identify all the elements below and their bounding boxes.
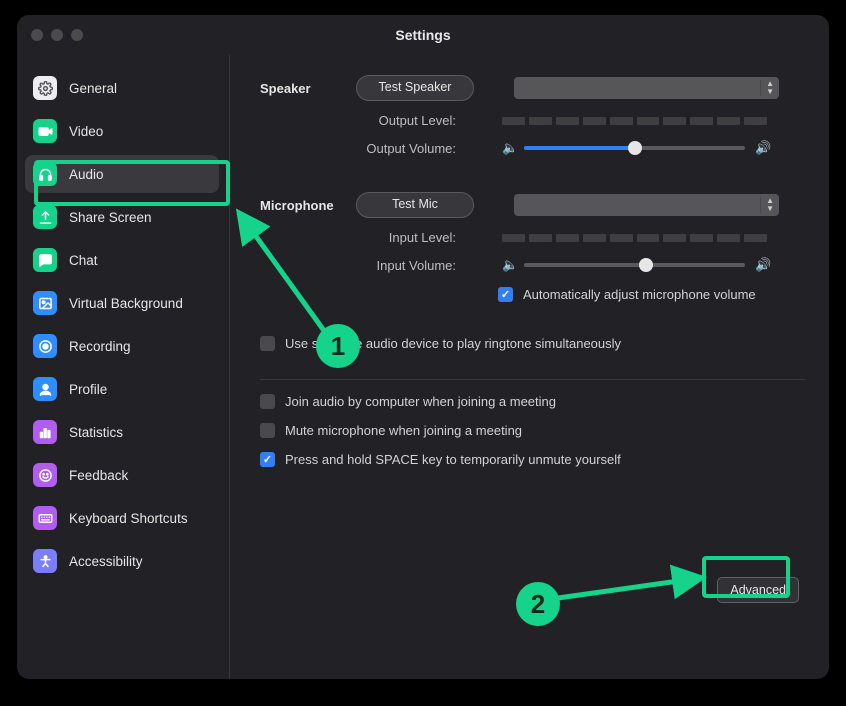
output-level-label: Output Level: (260, 113, 462, 128)
volume-low-icon: 🔈 (502, 140, 514, 156)
keyboard-icon (33, 506, 57, 530)
input-level-meter (502, 234, 767, 242)
volume-high-icon: 🔊 (755, 140, 767, 156)
accessibility-icon (33, 549, 57, 573)
sidebar-item-audio[interactable]: Audio (25, 155, 219, 193)
input-volume-slider[interactable] (524, 263, 745, 267)
audio-panel: Speaker Test Speaker ▲▼ Output Level: Ou… (230, 55, 829, 679)
test-speaker-button[interactable]: Test Speaker (356, 75, 474, 101)
sidebar-item-profile[interactable]: Profile (25, 370, 219, 408)
sidebar-item-label: Accessibility (69, 554, 143, 569)
gear-icon (33, 76, 57, 100)
close-dot[interactable] (31, 29, 43, 41)
sidebar-item-keyboard-shortcuts[interactable]: Keyboard Shortcuts (25, 499, 219, 537)
traffic-lights (31, 29, 83, 41)
sidebar-item-general[interactable]: General (25, 69, 219, 107)
output-volume-label: Output Volume: (260, 141, 462, 156)
bars-icon (33, 420, 57, 444)
video-icon (33, 119, 57, 143)
sidebar-item-label: General (69, 81, 117, 96)
divider (260, 379, 805, 380)
titlebar: Settings (17, 15, 829, 55)
minimize-dot[interactable] (51, 29, 63, 41)
sidebar-item-label: Profile (69, 382, 107, 397)
headphones-icon (33, 162, 57, 186)
sidebar: General Video Audio Share Screen Chat Vi… (17, 55, 230, 679)
test-mic-button[interactable]: Test Mic (356, 192, 474, 218)
sidebar-item-label: Video (69, 124, 103, 139)
smile-icon (33, 463, 57, 487)
output-volume-slider[interactable] (524, 146, 745, 150)
sidebar-item-chat[interactable]: Chat (25, 241, 219, 279)
microphone-heading: Microphone (260, 198, 346, 213)
settings-window: Settings General Video Audio Share Scree… (17, 15, 829, 679)
option-1-label: Mute microphone when joining a meeting (285, 423, 522, 438)
sidebar-item-label: Keyboard Shortcuts (69, 511, 188, 526)
sidebar-item-feedback[interactable]: Feedback (25, 456, 219, 494)
sidebar-item-recording[interactable]: Recording (25, 327, 219, 365)
sidebar-item-statistics[interactable]: Statistics (25, 413, 219, 451)
ringtone-checkbox[interactable] (260, 336, 275, 351)
mic-device-select[interactable]: ▲▼ (514, 194, 779, 216)
auto-adjust-checkbox[interactable] (498, 287, 513, 302)
zoom-dot[interactable] (71, 29, 83, 41)
advanced-button[interactable]: Advanced (717, 577, 799, 603)
option-0-checkbox[interactable] (260, 394, 275, 409)
volume-high-icon: 🔊 (755, 257, 767, 273)
window-title: Settings (395, 27, 450, 43)
sidebar-item-label: Statistics (69, 425, 123, 440)
record-icon (33, 334, 57, 358)
sidebar-item-share-screen[interactable]: Share Screen (25, 198, 219, 236)
sidebar-item-label: Virtual Background (69, 296, 183, 311)
speaker-device-select[interactable]: ▲▼ (514, 77, 779, 99)
option-0-label: Join audio by computer when joining a me… (285, 394, 556, 409)
input-level-label: Input Level: (260, 230, 462, 245)
option-2-label: Press and hold SPACE key to temporarily … (285, 452, 621, 467)
option-2-checkbox[interactable] (260, 452, 275, 467)
upload-icon (33, 205, 57, 229)
sidebar-item-label: Chat (69, 253, 98, 268)
output-level-meter (502, 117, 767, 125)
sidebar-item-label: Feedback (69, 468, 128, 483)
sidebar-item-video[interactable]: Video (25, 112, 219, 150)
sidebar-item-label: Audio (69, 167, 104, 182)
sidebar-item-virtual-background[interactable]: Virtual Background (25, 284, 219, 322)
user-icon (33, 377, 57, 401)
volume-low-icon: 🔈 (502, 257, 514, 273)
input-volume-label: Input Volume: (260, 258, 462, 273)
chat-icon (33, 248, 57, 272)
sidebar-item-label: Share Screen (69, 210, 152, 225)
image-icon (33, 291, 57, 315)
speaker-heading: Speaker (260, 81, 346, 96)
sidebar-item-label: Recording (69, 339, 131, 354)
auto-adjust-label: Automatically adjust microphone volume (523, 287, 756, 302)
sidebar-item-accessibility[interactable]: Accessibility (25, 542, 219, 580)
option-1-checkbox[interactable] (260, 423, 275, 438)
ringtone-label: Use separate audio device to play ringto… (285, 336, 621, 351)
